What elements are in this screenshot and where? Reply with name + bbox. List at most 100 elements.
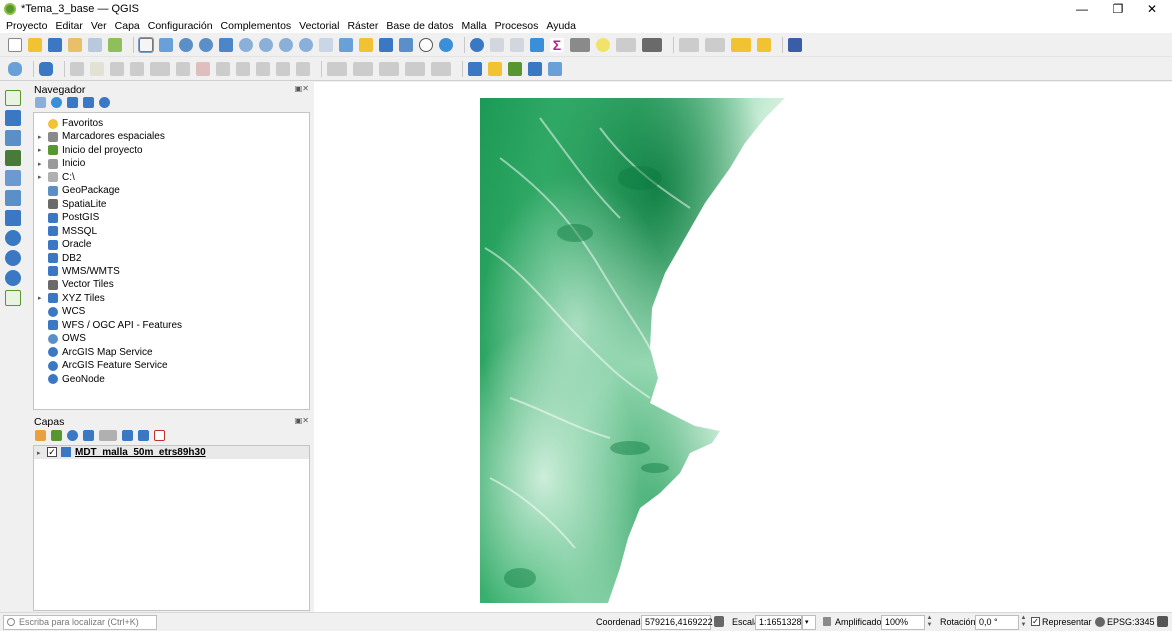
new-bookmark-icon[interactable] [379,37,393,52]
move-label-icon[interactable] [548,61,562,76]
zoom-out-icon[interactable] [199,37,213,52]
zoom-last-icon[interactable] [299,37,313,52]
manage-map-themes-icon[interactable] [67,430,78,441]
navigator-item[interactable]: Favoritos [34,117,309,130]
menu-ayuda[interactable]: Ayuda [546,20,576,32]
navigator-item[interactable]: PostGIS [34,211,309,224]
temporal-controller-icon[interactable] [419,37,433,52]
data-source-manager-icon[interactable] [8,61,22,76]
pin-labels-icon[interactable] [508,61,522,76]
add-wms-layer-icon[interactable] [5,210,21,226]
menu-base-de-datos[interactable]: Base de datos [386,20,453,32]
expand-arrow-icon[interactable]: ▸ [38,133,42,141]
text-annotation-icon[interactable] [642,37,662,52]
add-delimited-text-icon[interactable] [5,150,21,166]
add-wcs-layer-icon[interactable] [5,250,21,266]
navigator-item[interactable]: ▸ Inicio del proyecto [34,144,309,157]
zoom-to-selection-icon[interactable] [239,37,253,52]
refresh-icon[interactable] [51,97,62,108]
vertex-tool-icon[interactable] [150,61,170,76]
new-map-view-icon[interactable] [339,37,353,52]
show-bookmarks-icon[interactable] [399,37,413,52]
navigator-item[interactable]: WMS/WMTS [34,265,309,278]
navigator-item[interactable]: Oracle [34,238,309,251]
navigator-item[interactable]: ArcGIS Feature Service [34,359,309,372]
cut-features-icon[interactable] [216,61,230,76]
open-project-icon[interactable] [28,37,42,52]
digitize-polygon-icon[interactable] [431,61,451,76]
menu-malla[interactable]: Malla [462,20,487,32]
toggle-extents-icon[interactable] [714,616,724,627]
digitize-ellipse-icon[interactable] [379,61,399,76]
info-icon[interactable] [99,97,110,108]
expand-all-icon[interactable] [122,430,133,441]
navigator-item[interactable]: ▸ XYZ Tiles [34,292,309,305]
crs-globe-icon[interactable] [1095,617,1105,627]
current-edits-icon[interactable] [70,61,84,76]
highlight-icon[interactable] [757,37,771,52]
processing-toolbox-icon[interactable] [530,37,544,52]
filter-icon[interactable] [67,97,78,108]
expand-arrow-icon[interactable]: ▸ [38,160,42,168]
menu-editar[interactable]: Editar [55,20,82,32]
paste-features-icon[interactable] [256,61,270,76]
navigator-item[interactable]: GeoNode [34,373,309,386]
style-manager-icon[interactable] [108,37,122,52]
deselect-all-icon[interactable] [731,37,751,52]
new-3d-map-view-icon[interactable] [359,37,373,52]
scale-dropdown-icon[interactable]: ▾ [802,615,816,630]
menu-proyecto[interactable]: Proyecto [6,20,47,32]
menu-vectorial[interactable]: Vectorial [299,20,339,32]
add-xyz-layer-icon[interactable] [5,230,21,246]
collapse-all-icon[interactable] [83,97,94,108]
navigator-item[interactable]: Vector Tiles [34,278,309,291]
measure-icon[interactable] [570,37,590,52]
navigator-item[interactable]: SpatiaLite [34,198,309,211]
navigator-item[interactable]: GeoPackage [34,184,309,197]
identify-icon[interactable] [470,37,484,52]
navigator-item[interactable]: OWS [34,332,309,345]
zoom-native-icon[interactable] [279,37,293,52]
zoom-to-layer-icon[interactable] [259,37,273,52]
navigator-item[interactable]: ArcGIS Map Service [34,346,309,359]
navigator-item[interactable]: WFS / OGC API - Features [34,319,309,332]
panel-float-close-icon[interactable]: ▣✕ [295,84,309,93]
modify-attributes-icon[interactable] [176,61,190,76]
layer-labeling-icon[interactable] [488,61,502,76]
new-project-icon[interactable] [8,37,22,52]
zoom-next-icon[interactable] [319,37,333,52]
lock-scale-icon[interactable] [823,617,831,626]
minimize-button[interactable]: — [1064,0,1100,18]
label-toolbar-icon[interactable] [468,61,482,76]
messages-icon[interactable] [1157,616,1168,627]
digitize-circle-icon[interactable] [353,61,373,76]
delete-selected-icon[interactable] [196,61,210,76]
pan-to-selection-icon[interactable] [159,37,173,52]
layer-styling-icon[interactable] [35,430,46,441]
save-edits-icon[interactable] [110,61,124,76]
menu-capa[interactable]: Capa [115,20,140,32]
navigator-item[interactable]: DB2 [34,252,309,265]
add-mesh-layer-icon[interactable] [5,130,21,146]
filter-by-expression-icon[interactable] [99,430,117,441]
navigator-item[interactable]: ▸ Inicio [34,157,309,170]
navigator-item[interactable]: MSSQL [34,225,309,238]
magnifier-spin-icon[interactable]: ▲ ▼ [925,615,934,630]
copy-features-icon[interactable] [236,61,250,76]
digitize-shape-icon[interactable] [327,61,347,76]
add-raster-layer-icon[interactable] [5,110,21,126]
navigator-item[interactable]: ▸ Marcadores espaciales [34,130,309,143]
select-by-area-icon[interactable] [679,37,699,52]
field-calculator-icon[interactable] [510,37,524,52]
redo-icon[interactable] [296,61,310,76]
remove-layer-icon[interactable] [154,430,165,441]
layer-name[interactable]: MDT_malla_50m_etrs89h30 [75,447,206,458]
digitize-rectangle-icon[interactable] [405,61,425,76]
attribute-table-icon[interactable] [490,37,504,52]
zoom-full-icon[interactable] [219,37,233,52]
expand-arrow-icon[interactable]: ▸ [38,294,42,302]
panel-float-close-icon[interactable]: ▣✕ [295,416,309,425]
expand-arrow-icon[interactable]: ▸ [38,173,42,181]
rotation-field[interactable]: 0,0 ° [975,615,1019,630]
expand-arrow-icon[interactable]: ▸ [37,449,41,457]
